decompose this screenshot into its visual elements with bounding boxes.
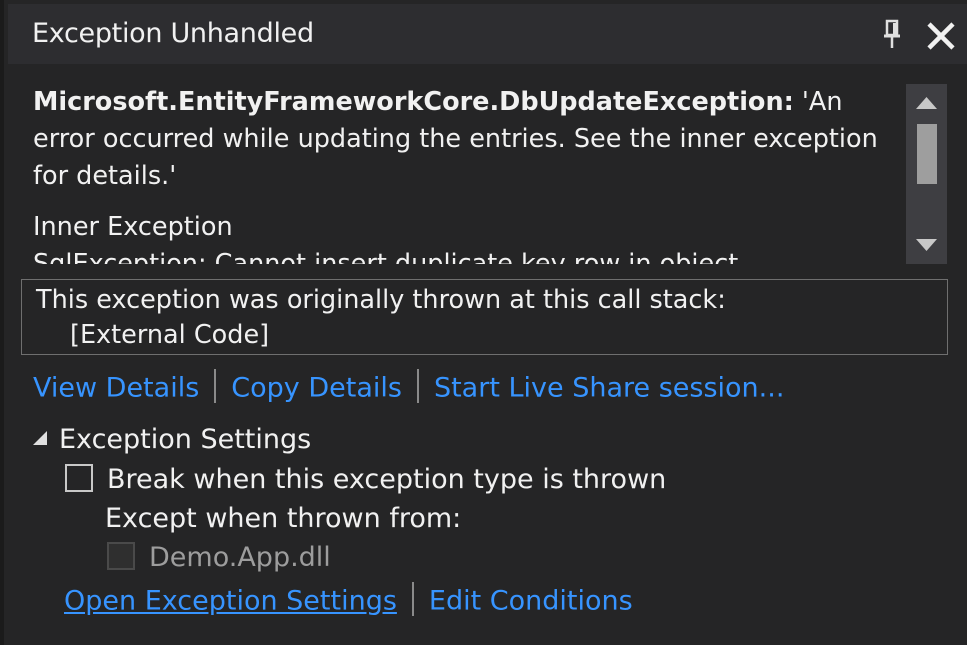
pin-icon[interactable]: [881, 19, 905, 51]
scroll-up-icon[interactable]: [906, 84, 947, 120]
break-when-thrown-row: Break when this exception type is thrown: [65, 463, 666, 495]
live-share-link[interactable]: Start Live Share session...: [434, 373, 784, 404]
call-stack-header: This exception was originally thrown at …: [36, 285, 726, 315]
except-when-label: Except when thrown from:: [105, 503, 462, 534]
link-separator: [214, 369, 217, 403]
module-checkbox: [107, 541, 135, 570]
exception-dialog: Exception Unhandled Microsoft.EntityFram…: [0, 0, 967, 645]
exception-message: Microsoft.EntityFrameworkCore.DbUpdateEx…: [33, 84, 895, 264]
view-details-link[interactable]: View Details: [33, 373, 199, 404]
call-stack-box: This exception was originally thrown at …: [21, 279, 948, 355]
scroll-down-icon[interactable]: [906, 228, 947, 264]
call-stack-frame[interactable]: [External Code]: [36, 318, 947, 353]
inner-exception-label: Inner Exception: [33, 212, 233, 242]
exception-settings-toggle[interactable]: Exception Settings: [33, 424, 311, 455]
settings-links: Open Exception Settings Edit Conditions: [64, 582, 633, 619]
close-icon[interactable]: [921, 19, 961, 55]
exception-type: Microsoft.EntityFrameworkCore.DbUpdateEx…: [33, 87, 794, 117]
copy-details-link[interactable]: Copy Details: [231, 373, 402, 404]
dialog-title: Exception Unhandled: [32, 18, 314, 49]
module-row: Demo.App.dll: [107, 541, 331, 573]
break-when-thrown-label[interactable]: Break when this exception type is thrown: [107, 464, 666, 495]
action-links: View Details Copy Details Start Live Share…: [33, 369, 784, 412]
expanded-triangle-icon: [33, 431, 47, 445]
message-scrollbar[interactable]: [906, 84, 947, 264]
exception-settings-label: Exception Settings: [59, 424, 312, 455]
title-bar: Exception Unhandled: [8, 4, 967, 64]
link-separator: [416, 369, 419, 403]
module-label: Demo.App.dll: [149, 542, 331, 573]
scroll-thumb[interactable]: [917, 124, 937, 184]
link-separator: [411, 582, 414, 616]
inner-exception-text: SqlException: Cannot insert duplicate ke…: [33, 249, 739, 264]
break-when-thrown-checkbox[interactable]: [65, 463, 93, 492]
open-exception-settings-link[interactable]: Open Exception Settings: [64, 586, 397, 617]
exception-summary: Microsoft.EntityFrameworkCore.DbUpdateEx…: [33, 84, 895, 195]
edit-conditions-link[interactable]: Edit Conditions: [429, 586, 633, 617]
